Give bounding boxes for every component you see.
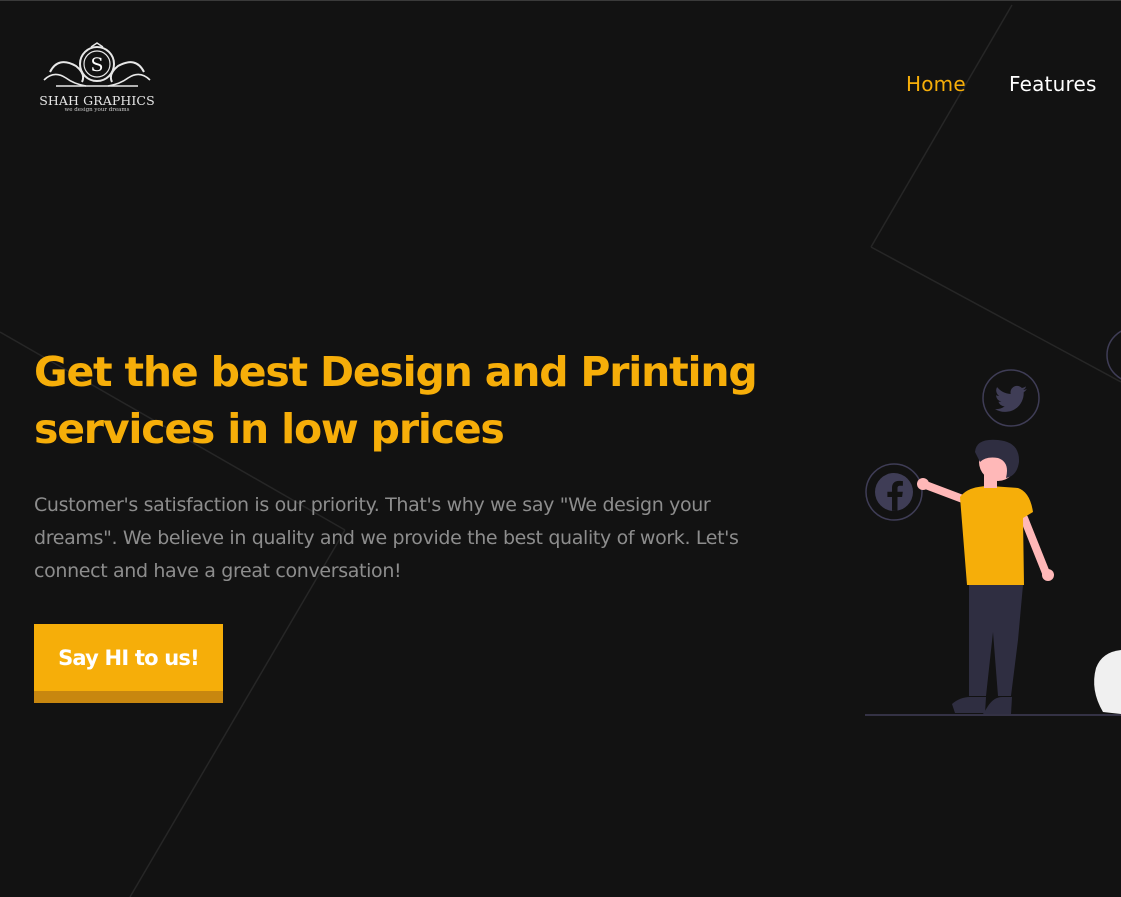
svg-text:S: S xyxy=(90,54,103,76)
hero-illustration xyxy=(865,330,1121,716)
brand-logo[interactable]: S SHAH GRAPHICS we design your dreams xyxy=(36,42,158,126)
twitter-icon xyxy=(982,369,1040,427)
say-hi-button[interactable]: Say HI to us! xyxy=(34,624,223,703)
hero-title: Get the best Design and Printing service… xyxy=(34,344,834,458)
nav-link-features[interactable]: Features xyxy=(1009,72,1097,96)
facebook-icon xyxy=(865,463,923,521)
brand-name: SHAH GRAPHICS xyxy=(39,93,155,108)
hero-title-line-2: services in low prices xyxy=(34,405,505,453)
person-illustration xyxy=(917,439,1054,714)
social-icon-partial xyxy=(1106,330,1121,380)
nav-link-home[interactable]: Home xyxy=(906,72,966,96)
hero-title-line-1: Get the best Design and Printing xyxy=(34,348,758,396)
main-nav: Home Features xyxy=(906,72,1121,96)
brand-tagline: we design your dreams xyxy=(64,107,130,113)
logo-crest-icon: S xyxy=(43,42,151,87)
hero-description: Customer's satisfaction is our priority.… xyxy=(34,494,739,582)
